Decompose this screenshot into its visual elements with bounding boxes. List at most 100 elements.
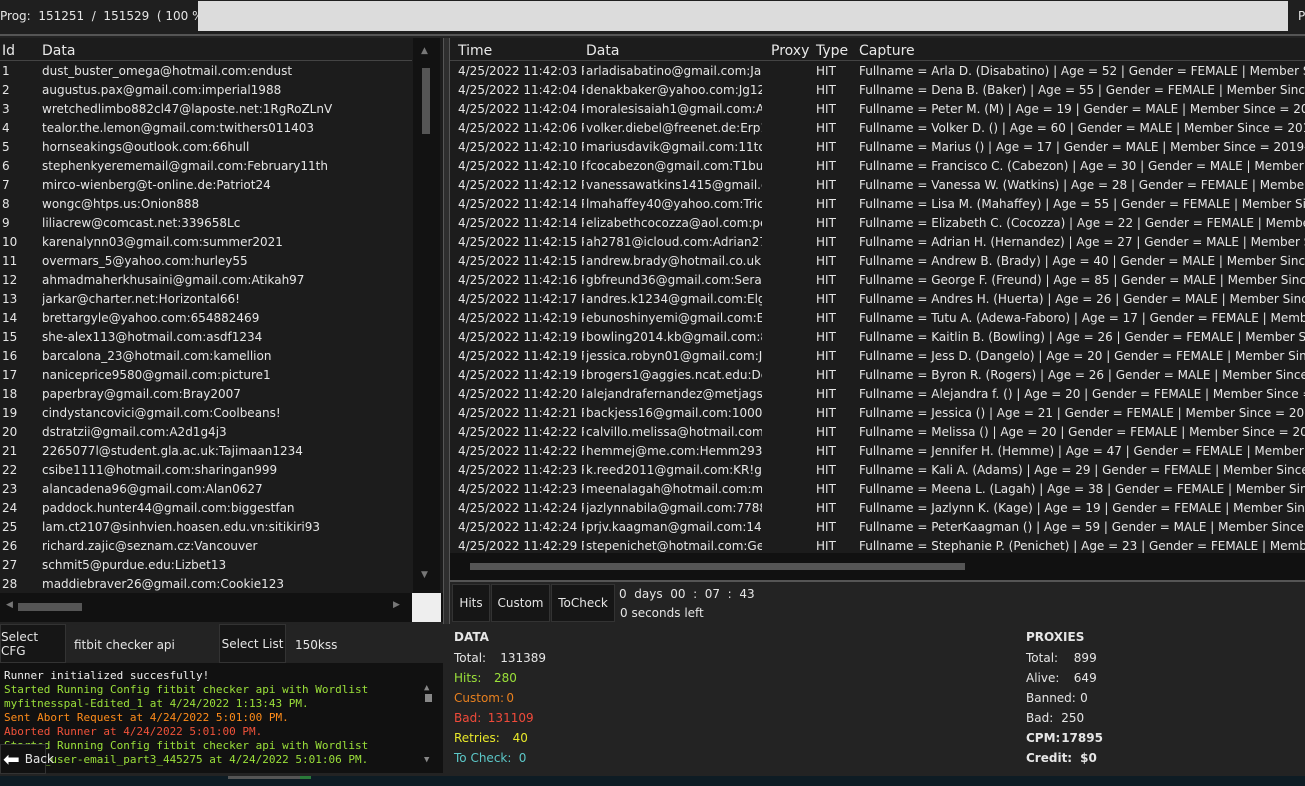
table-row[interactable]: 4/25/2022 11:42:19 PMbrogers1@aggies.nca… [450,366,1305,385]
table-row[interactable]: 4/25/2022 11:42:12 PMvanessawatkins1415@… [450,176,1305,195]
vertical-scrollbar[interactable]: ▲ ▼ [413,38,440,593]
table-row[interactable]: 4/25/2022 11:42:24 PMprjv.kaagman@gmail.… [450,518,1305,537]
table-row[interactable]: 4/25/2022 11:42:14 PMelizabethcocozza@ao… [450,214,1305,233]
list-item[interactable]: 9 liliacrew@comcast.net:339658Lc [0,214,412,233]
list-item[interactable]: 10 karenalynn03@gmail.com:summer2021 [0,233,412,252]
list-item[interactable]: 24 paddock.hunter44@gmail.com:biggestfan [0,499,412,518]
log-output[interactable]: ▲ ▼ Runner initialized succesfully! Start… [0,663,443,773]
results-horizontal-scrollbar[interactable] [450,553,1305,582]
scroll-down-icon[interactable]: ▼ [424,755,429,765]
horizontal-scrollbar[interactable]: ◀ ▶ [0,593,443,622]
table-row[interactable]: 4/25/2022 11:42:16 PMgbfreund36@gmail.co… [450,271,1305,290]
table-row[interactable]: 4/25/2022 11:42:15 PMah2781@icloud.com:A… [450,233,1305,252]
table-row[interactable]: 4/25/2022 11:42:24 PMjazlynnabila@gmail.… [450,499,1305,518]
list-item[interactable]: 2 augustus.pax@gmail.com:imperial1988 [0,81,412,100]
table-row[interactable]: 4/25/2022 11:42:06 PMvolker.diebel@freen… [450,119,1305,138]
cell-data: backjess16@gmail.com:1000212 [586,406,762,420]
cell-type: HIT [816,520,836,534]
column-header-data[interactable]: Data [586,43,619,59]
scroll-thumb[interactable] [422,68,430,134]
list-item[interactable]: 26 richard.zajic@seznam.cz:Vancouver [0,537,412,556]
list-item[interactable]: 23 alancadena96@gmail.com:Alan0627 [0,480,412,499]
column-header-proxy[interactable]: Proxy [771,43,809,59]
list-item[interactable]: 16 barcalona_23@hotmail.com:kamellion [0,347,412,366]
table-row[interactable]: 4/25/2022 11:42:03 PMarladisabatino@gmai… [450,62,1305,81]
column-header-time[interactable]: Time [458,43,492,59]
list-item[interactable]: 19 cindystancovici@gmail.com:Coolbeans! [0,404,412,423]
row-data: jarkar@charter.net:Horizontal66! [42,292,240,306]
cell-data: mariusdavik@gmail.com:11tobbe [586,140,762,154]
tab-tocheck[interactable]: ToCheck [551,584,615,622]
scroll-up-icon[interactable]: ▲ [421,46,428,56]
list-item[interactable]: 12 ahmadmaherkhusaini@gmail.com:Atikah97 [0,271,412,290]
list-item[interactable]: 28 maddiebraver26@gmail.com:Cookie123 [0,575,412,594]
list-item[interactable]: 3 wretchedlimbo882cl47@laposte.net:1RgRoZ… [0,100,412,119]
scroll-thumb[interactable] [18,603,82,611]
table-row[interactable]: 4/25/2022 11:42:21 PMbackjess16@gmail.co… [450,404,1305,423]
scroll-thumb[interactable] [470,563,965,570]
list-item[interactable]: 22 csibe1111@hotmail.com:sharingan999 [0,461,412,480]
cell-capture: Fullname = Elizabeth C. (Cocozza) | Age … [859,216,1305,230]
select-list-button[interactable]: Select List [219,624,286,663]
table-row[interactable]: 4/25/2022 11:42:22 PMcalvillo.melissa@ho… [450,423,1305,442]
table-row[interactable]: 4/25/2022 11:42:14 PMlmahaffey40@yahoo.c… [450,195,1305,214]
list-item[interactable]: 7 mirco-wienberg@t-online.de:Patriot24 [0,176,412,195]
scroll-up-icon[interactable]: ▲ [424,683,429,693]
list-item[interactable]: 17 naniceprice9580@gmail.com:picture1 [0,366,412,385]
list-item[interactable]: 13 jarkar@charter.net:Horizontal66! [0,290,412,309]
table-row[interactable]: 4/25/2022 11:42:22 PMhemmej@me.com:Hemm2… [450,442,1305,461]
row-data: schmit5@purdue.edu:Lizbet13 [42,558,227,572]
list-item[interactable]: 21 2265077l@student.gla.ac.uk:Tajimaan123… [0,442,412,461]
cell-type: HIT [816,235,836,249]
list-item[interactable]: 11 overmars_5@yahoo.com:hurley55 [0,252,412,271]
list-item[interactable]: 18 paperbray@gmail.com:Bray2007 [0,385,412,404]
scroll-down-icon[interactable]: ▼ [421,570,428,580]
table-row[interactable]: 4/25/2022 11:42:10 PMmariusdavik@gmail.c… [450,138,1305,157]
select-cfg-button[interactable]: Select CFG [0,624,66,663]
list-item[interactable]: 5 hornseakings@outlook.com:66hull [0,138,412,157]
table-row[interactable]: 4/25/2022 11:42:29 PMstepenichet@hotmail… [450,537,1305,553]
wordlist-grid[interactable]: Id Data 1 dust_buster_omega@hotmail.com:e… [0,38,443,593]
row-data: brettargyle@yahoo.com:654882469 [42,311,260,325]
list-item[interactable]: 6 stephenkyerememail@gmail.com:February11… [0,157,412,176]
row-data: paperbray@gmail.com:Bray2007 [42,387,241,401]
table-row[interactable]: 4/25/2022 11:42:17 PMandres.k1234@gmail.… [450,290,1305,309]
table-row[interactable]: 4/25/2022 11:42:19 PMjessica.robyn01@gma… [450,347,1305,366]
cell-data: ebunoshinyemi@gmail.com:Ebur [586,311,762,325]
list-item[interactable]: 27 schmit5@purdue.edu:Lizbet13 [0,556,412,575]
panel-splitter[interactable] [443,38,450,624]
cell-capture: Fullname = Arla D. (Disabatino) | Age = … [859,64,1305,78]
row-data: cindystancovici@gmail.com:Coolbeans! [42,406,281,420]
list-item[interactable]: 1 dust_buster_omega@hotmail.com:endust [0,62,412,81]
column-header-type[interactable]: Type [816,43,848,59]
table-row[interactable]: 4/25/2022 11:42:19 PMebunoshinyemi@gmail… [450,309,1305,328]
results-grid[interactable]: Time Data Proxy Type Capture 4/25/2022 1… [450,38,1305,553]
table-row[interactable]: 4/25/2022 11:42:20 PMalejandrafernandez@… [450,385,1305,404]
table-row[interactable]: 4/25/2022 11:42:10 PMfcocabezon@gmail.co… [450,157,1305,176]
list-item[interactable]: 14 brettargyle@yahoo.com:654882469 [0,309,412,328]
table-row[interactable]: 4/25/2022 11:42:19 PMbowling2014.kb@gmai… [450,328,1305,347]
table-row[interactable]: 4/25/2022 11:42:23 PMk.reed2011@gmail.co… [450,461,1305,480]
table-row[interactable]: 4/25/2022 11:42:04 PMmoralesisaiah1@gmai… [450,100,1305,119]
row-id: 13 [2,292,18,306]
scroll-left-icon[interactable]: ◀ [6,600,13,610]
back-button[interactable]: ⬅ Back [0,744,54,774]
table-row[interactable]: 4/25/2022 11:42:23 PMmeenalagah@hotmail.… [450,480,1305,499]
list-item[interactable]: 4 tealor.the.lemon@gmail.com:twithers0114… [0,119,412,138]
tab-custom[interactable]: Custom [491,584,550,622]
column-header-capture[interactable]: Capture [859,43,915,59]
list-item[interactable]: 8 wongc@htps.us:Onion888 [0,195,412,214]
scroll-right-icon[interactable]: ▶ [393,600,400,610]
list-item[interactable]: 15 she-alex113@hotmail.com:asdf1234 [0,328,412,347]
column-header-id[interactable]: Id [2,43,15,59]
cell-data: bowling2014.kb@gmail.com:831 [586,330,762,344]
scroll-corner [412,593,441,622]
list-item[interactable]: 25 lam.ct2107@sinhvien.hoasen.edu.vn:siti… [0,518,412,537]
table-row[interactable]: 4/25/2022 11:42:04 PMdenakbaker@yahoo.co… [450,81,1305,100]
column-header-data[interactable]: Data [42,43,75,59]
list-item[interactable]: 20 dstratzii@gmail.com:A2d1g4j3 [0,423,412,442]
tab-hits[interactable]: Hits [452,584,490,622]
cell-data: andrew.brady@hotmail.co.uk:Lid [586,254,762,268]
scroll-thumb[interactable] [425,694,432,702]
table-row[interactable]: 4/25/2022 11:42:15 PMandrew.brady@hotmai… [450,252,1305,271]
